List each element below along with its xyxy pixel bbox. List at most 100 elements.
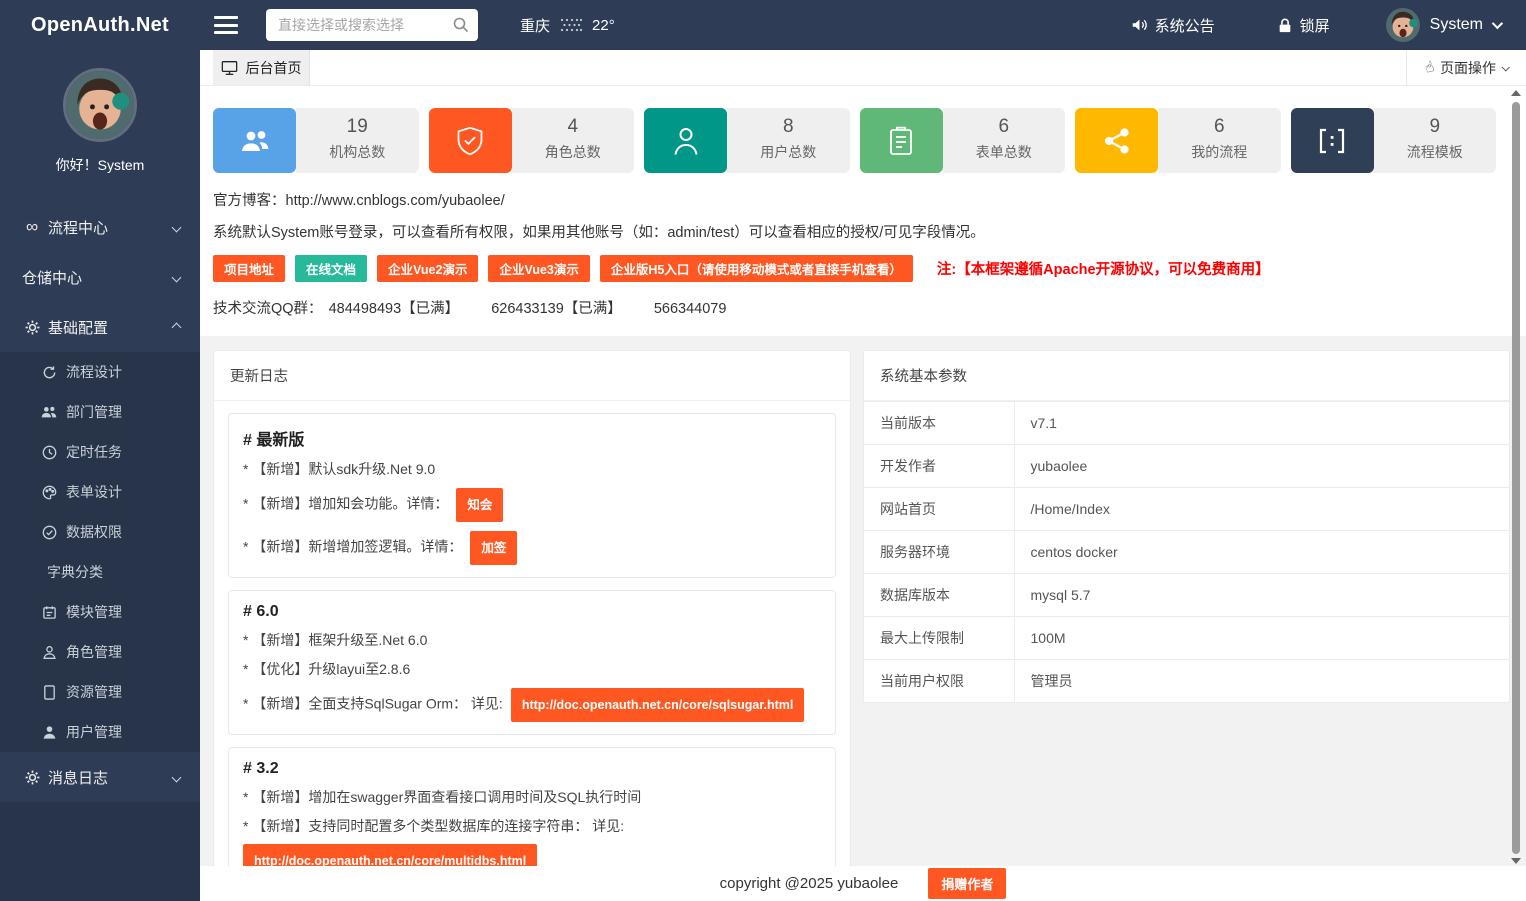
sidebar-item-message-log[interactable]: 消息日志 (0, 752, 200, 802)
qq-group: 566344079 (654, 301, 727, 317)
stat-card-orgs[interactable]: 19 机构总数 (213, 108, 419, 173)
palette-icon (40, 485, 58, 500)
table-row: 服务器环境centos docker (864, 531, 1509, 574)
gear-icon (22, 770, 42, 785)
table-row: 开发作者yubaolee (864, 445, 1509, 488)
stat-card-my-flows[interactable]: 6 我的流程 (1075, 108, 1281, 173)
sidebar-item-warehouse-center[interactable]: 仓储中心 (0, 252, 200, 302)
system-params-panel: 系统基本参数 当前版本v7.1 开发作者yubaolee 网站首页/Home/I… (863, 350, 1510, 703)
stat-card-roles[interactable]: 4 角色总数 (429, 108, 635, 173)
scroll-up-arrow[interactable] (1511, 90, 1521, 96)
people-icon (40, 405, 58, 419)
sidebar-item-process-center[interactable]: ∞ 流程中心 (0, 202, 200, 252)
zhihui-link-button[interactable]: 知会 (456, 488, 503, 522)
template-icon (1291, 108, 1374, 173)
sidebar-item-scheduled-tasks[interactable]: 定时任务 (0, 432, 200, 472)
monitor-icon (221, 60, 238, 76)
dashboard-top-section: 19 机构总数 4 角色总数 8 用户总数 (200, 86, 1526, 336)
stat-label: 我的流程 (1158, 142, 1281, 162)
fog-weather-icon (559, 18, 583, 32)
footer: copyright @2025 yubaolee 捐赠作者 (200, 866, 1526, 901)
sidebar-item-process-design[interactable]: 流程设计 (0, 352, 200, 392)
project-url-button[interactable]: 项目地址 (213, 255, 285, 282)
search-icon[interactable] (452, 16, 470, 34)
stat-label: 用户总数 (727, 142, 850, 162)
stat-value: 8 (727, 116, 850, 138)
weather-city: 重庆 (520, 15, 550, 36)
stat-value: 9 (1374, 116, 1497, 138)
online-docs-button[interactable]: 在线文档 (295, 255, 367, 282)
stat-card-forms[interactable]: 6 表单总数 (860, 108, 1066, 173)
global-search (266, 9, 478, 41)
user-menu[interactable]: System (1430, 16, 1500, 34)
sidebar-item-dict-category[interactable]: 字典分类 (0, 552, 200, 592)
account-desc-line: 系统默认System账号登录，可以查看所有权限，如果用其他账号（如：admin/… (213, 221, 1496, 242)
quick-links-row: 项目地址 在线文档 企业Vue2演示 企业Vue3演示 企业版H5入口（请使用移… (213, 255, 1496, 282)
sqlsugar-doc-link-button[interactable]: http://doc.openauth.net.cn/core/sqlsugar… (511, 688, 805, 722)
qq-groups-line: 技术交流QQ群： 484498493【已满】 626433139【已满】 566… (213, 297, 1496, 318)
sidebar-item-resource-mgmt[interactable]: 资源管理 (0, 672, 200, 712)
person-filled-icon (40, 725, 58, 740)
hamburger-menu-icon[interactable] (214, 16, 238, 34)
stat-label: 流程模板 (1374, 142, 1497, 162)
stat-label: 机构总数 (296, 142, 419, 162)
table-row: 数据库版本mysql 5.7 (864, 574, 1509, 617)
stat-value: 6 (1158, 116, 1281, 138)
user-avatar[interactable] (1386, 8, 1420, 42)
sidebar-item-user-mgmt[interactable]: 用户管理 (0, 712, 200, 752)
h5-entry-button[interactable]: 企业版H5入口（请使用移动模式或者直接手机查看） (600, 255, 913, 282)
main-content: 19 机构总数 4 角色总数 8 用户总数 (200, 86, 1526, 866)
chevron-down-icon (172, 772, 182, 782)
qq-group: 484498493【已满】 (329, 301, 460, 317)
chevron-down-icon (172, 272, 182, 282)
profile-avatar[interactable] (63, 68, 137, 142)
donate-button[interactable]: 捐赠作者 (928, 868, 1006, 899)
jiaqian-link-button[interactable]: 加签 (470, 531, 517, 565)
clipboard-icon (860, 108, 943, 173)
page-actions-button[interactable]: ☝ 页面操作 (1406, 50, 1526, 85)
stat-cards: 19 机构总数 4 角色总数 8 用户总数 (213, 108, 1496, 173)
stat-card-flow-templates[interactable]: 9 流程模板 (1291, 108, 1497, 173)
stat-value: 4 (512, 116, 635, 138)
share-icon (1075, 108, 1158, 173)
sidebar-item-form-design[interactable]: 表单设计 (0, 472, 200, 512)
weather-temp: 22° (592, 17, 615, 34)
top-bar: OpenAuth.Net 重庆 22° 系统公告 锁屏 System (0, 0, 1526, 50)
copyright-text: copyright @2025 yubaolee (720, 875, 899, 892)
hand-pointer-icon: ☝ (1423, 59, 1436, 76)
tab-home[interactable]: 后台首页 (213, 50, 310, 85)
sidebar-item-role-mgmt[interactable]: 角色管理 (0, 632, 200, 672)
chevron-up-icon (172, 322, 182, 332)
module-icon (40, 605, 58, 620)
gear-icon (22, 320, 42, 335)
stat-card-users[interactable]: 8 用户总数 (644, 108, 850, 173)
person-outline-icon (40, 645, 58, 660)
sidebar-item-data-permission[interactable]: 数据权限 (0, 512, 200, 552)
table-row: 当前用户权限管理员 (864, 660, 1509, 703)
chevron-down-icon (172, 222, 182, 232)
vue3-demo-button[interactable]: 企业Vue3演示 (488, 255, 589, 282)
system-announcement-button[interactable]: 系统公告 (1130, 15, 1215, 36)
refresh-circle-icon (40, 365, 58, 380)
changelog-section-6: # 6.0 * 【新增】框架升级至.Net 6.0 * 【优化】升级layui至… (228, 590, 836, 735)
search-input[interactable] (266, 9, 478, 41)
vue2-demo-button[interactable]: 企业Vue2演示 (377, 255, 478, 282)
tab-bar: 后台首页 ☝ 页面操作 (200, 50, 1526, 86)
qq-group: 626433139【已满】 (491, 301, 622, 317)
chevron-down-icon (1492, 18, 1503, 29)
sidebar-item-base-config[interactable]: 基础配置 (0, 302, 200, 352)
system-params-title: 系统基本参数 (864, 351, 1509, 401)
table-row: 当前版本v7.1 (864, 402, 1509, 445)
sidebar-item-module-mgmt[interactable]: 模块管理 (0, 592, 200, 632)
scrollbar-thumb[interactable] (1512, 102, 1520, 854)
table-row: 网站首页/Home/Index (864, 488, 1509, 531)
lock-icon (1277, 17, 1293, 34)
scroll-down-arrow[interactable] (1511, 858, 1521, 864)
app-logo: OpenAuth.Net (0, 14, 200, 37)
changelog-title: 更新日志 (214, 351, 850, 401)
sidebar-item-dept-mgmt[interactable]: 部门管理 (0, 392, 200, 432)
lock-screen-button[interactable]: 锁屏 (1277, 15, 1330, 36)
vertical-scrollbar[interactable] (1508, 88, 1524, 864)
license-note: 注:【本框架遵循Apache开源协议，可以免费商用】 (937, 258, 1270, 279)
multidbs-doc-link-button[interactable]: http://doc.openauth.net.cn/core/multidbs… (243, 844, 537, 866)
